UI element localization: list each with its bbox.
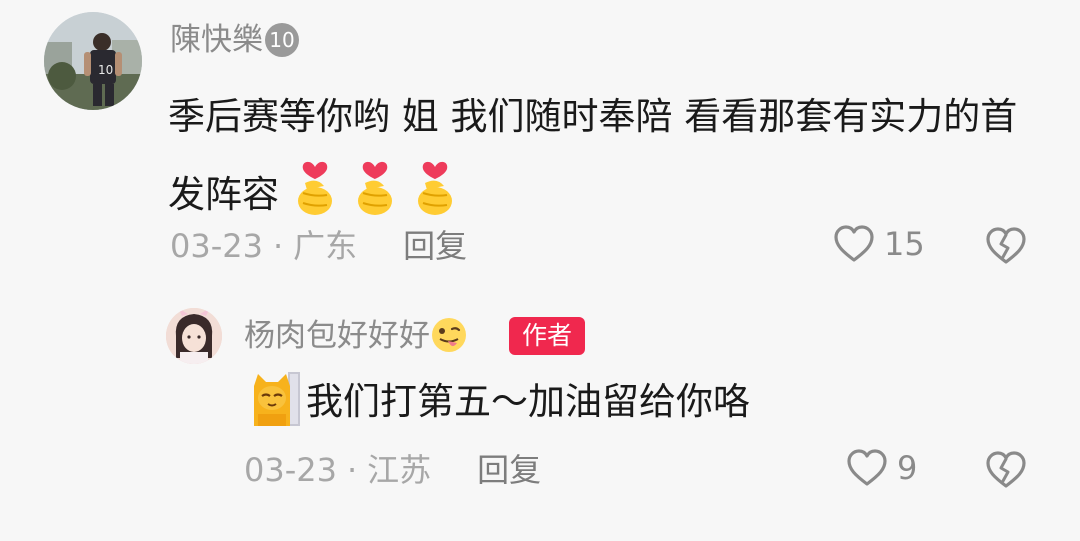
avatar[interactable]: 10 xyxy=(44,12,142,110)
like-count: 15 xyxy=(884,225,925,263)
reply-text: 我们打第五～加油留给你咯 xyxy=(250,370,750,432)
author-badge: 作者 xyxy=(509,317,585,355)
comment-location: 广东 xyxy=(293,227,358,265)
girl-avatar-photo xyxy=(166,308,222,364)
finger-heart-emoji xyxy=(291,153,339,217)
username[interactable]: 杨肉包好好好 xyxy=(244,314,468,358)
reply-button[interactable]: 回复 xyxy=(477,451,541,489)
reply-location: 江苏 xyxy=(367,451,432,489)
finger-heart-emoji xyxy=(351,153,399,217)
like-button[interactable]: 15 xyxy=(832,224,925,264)
comment-meta: 03-23 · 广东 回复 xyxy=(170,224,467,268)
like-button[interactable]: 9 xyxy=(845,448,917,488)
svg-text:10: 10 xyxy=(98,63,113,77)
tongue-out-emoji xyxy=(430,316,468,354)
like-count: 9 xyxy=(897,449,918,487)
username[interactable]: 陳快樂 10 xyxy=(170,18,299,62)
reply-button[interactable]: 回复 xyxy=(403,227,467,265)
level-badge: 10 xyxy=(265,23,299,57)
meta-separator: · xyxy=(346,451,358,489)
avatar[interactable] xyxy=(166,308,222,364)
broken-heart-icon xyxy=(986,227,1026,264)
dislike-button[interactable] xyxy=(984,226,1028,270)
broken-heart-icon xyxy=(986,451,1026,488)
finger-heart-emoji xyxy=(411,153,459,217)
meta-separator: · xyxy=(272,227,284,265)
heart-icon xyxy=(834,225,874,262)
heart-icon xyxy=(847,449,887,486)
reply-meta: 03-23 · 江苏 回复 xyxy=(244,448,541,492)
comment-date: 03-23 xyxy=(170,227,263,265)
cat-sticker xyxy=(250,370,302,428)
comment-text: 季后赛等你哟 姐 我们随时奉陪 看看那套有实力的首发阵容 xyxy=(168,95,1018,217)
basketball-player-photo: 10 xyxy=(44,12,142,110)
dislike-button[interactable] xyxy=(984,450,1028,494)
reply-date: 03-23 xyxy=(244,451,337,489)
